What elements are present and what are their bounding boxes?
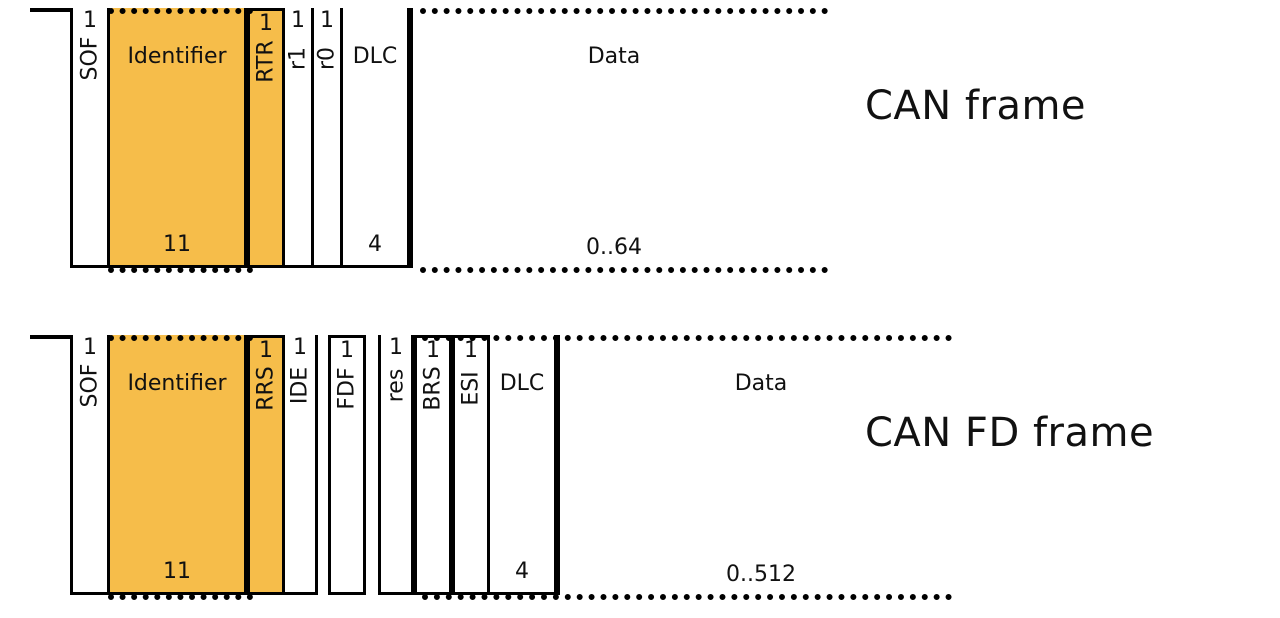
canfd-field-dlc-bits: 4: [490, 559, 554, 584]
canfd-field-sof-bits: 1: [73, 335, 107, 360]
can-leading-line: [30, 8, 70, 268]
canfd-field-brs-label: BRS: [421, 366, 446, 410]
canfd-field-rrs: RRS 1: [247, 335, 285, 595]
canfd-title: CAN FD frame: [865, 410, 1154, 456]
can-dotted-rail: [108, 267, 253, 273]
can-field-r0: r0 1: [311, 8, 343, 268]
canfd-field-fdf-bits: 1: [331, 338, 363, 363]
can-field-r1: r1 1: [282, 8, 314, 268]
canfd-field-data-label: Data: [560, 371, 962, 396]
can-field-data-bits: 0..64: [413, 235, 815, 260]
canfd-field-brs: BRS 1: [414, 335, 452, 595]
canfd-dotted-rail: [108, 594, 253, 600]
can-field-r0-label: r0: [315, 47, 340, 70]
can-field-r0-bits: 1: [314, 8, 340, 33]
can-field-identifier: Identifier 11: [107, 8, 247, 268]
canfd-field-res-label: res: [384, 369, 409, 403]
can-field-dlc: DLC 4: [340, 8, 410, 268]
canfd-field-fdf: FDF 1: [328, 335, 366, 595]
can-field-rtr-label: RTR: [254, 40, 279, 82]
can-field-rtr-bits: 1: [250, 11, 282, 36]
canfd-field-ide-bits: 1: [285, 335, 315, 360]
can-field-identifier-label: Identifier: [110, 44, 244, 69]
can-title: CAN frame: [865, 83, 1086, 129]
canfd-field-dlc: DLC 4: [487, 335, 557, 595]
canfd-field-brs-bits: 1: [417, 338, 449, 363]
canfd-dotted-rail: [108, 335, 253, 341]
canfd-field-ide-label: IDE: [288, 367, 313, 404]
canfd-field-sof: SOF 1: [70, 335, 110, 595]
canfd-field-identifier: Identifier 11: [107, 335, 247, 595]
canfd-field-identifier-bits: 11: [110, 559, 244, 584]
can-field-r1-label: r1: [286, 47, 311, 70]
canfd-field-dlc-label: DLC: [490, 371, 554, 396]
can-field-sof-bits: 1: [73, 8, 107, 33]
canfd-field-rrs-label: RRS: [254, 366, 279, 411]
can-dotted-rail: [108, 8, 253, 14]
canfd-field-data-bits: 0..512: [560, 562, 962, 587]
canfd-field-res: res 1: [378, 335, 414, 595]
can-field-rtr: RTR 1: [247, 8, 285, 268]
canfd-field-ide: IDE 1: [282, 335, 318, 595]
can-field-data: Data 0..64: [410, 8, 815, 268]
can-field-dlc-bits: 4: [343, 232, 407, 257]
can-field-data-label: Data: [413, 44, 815, 69]
canfd-field-esi-bits: 1: [455, 338, 487, 363]
canfd-field-res-bits: 1: [381, 335, 411, 360]
canfd-field-esi-label: ESI: [459, 371, 484, 405]
canfd-field-identifier-label: Identifier: [110, 371, 244, 396]
can-field-dlc-label: DLC: [343, 44, 407, 69]
canfd-field-data: Data 0..512: [557, 335, 962, 595]
canfd-field-esi: ESI 1: [452, 335, 490, 595]
canfd-field-strip: SOF1Identifier11RRS1IDE1FDF1res1BRS1ESI1…: [70, 335, 962, 595]
can-field-identifier-bits: 11: [110, 232, 244, 257]
canfd-leading-line: [30, 335, 70, 595]
can-dotted-rail: [420, 8, 828, 14]
can-dotted-rail: [420, 267, 828, 273]
canfd-dotted-rail: [422, 335, 952, 341]
can-field-strip: SOF1Identifier11RTR1r11r01DLC4Data0..64: [70, 8, 815, 268]
canfd-field-rrs-bits: 1: [250, 338, 282, 363]
can-field-r1-bits: 1: [285, 8, 311, 33]
can-field-sof: SOF 1: [70, 8, 110, 268]
canfd-dotted-rail: [422, 594, 952, 600]
can-field-sof-label: SOF: [78, 37, 103, 81]
canfd-field-sof-label: SOF: [78, 364, 103, 408]
canfd-field-fdf-label: FDF: [335, 367, 360, 409]
